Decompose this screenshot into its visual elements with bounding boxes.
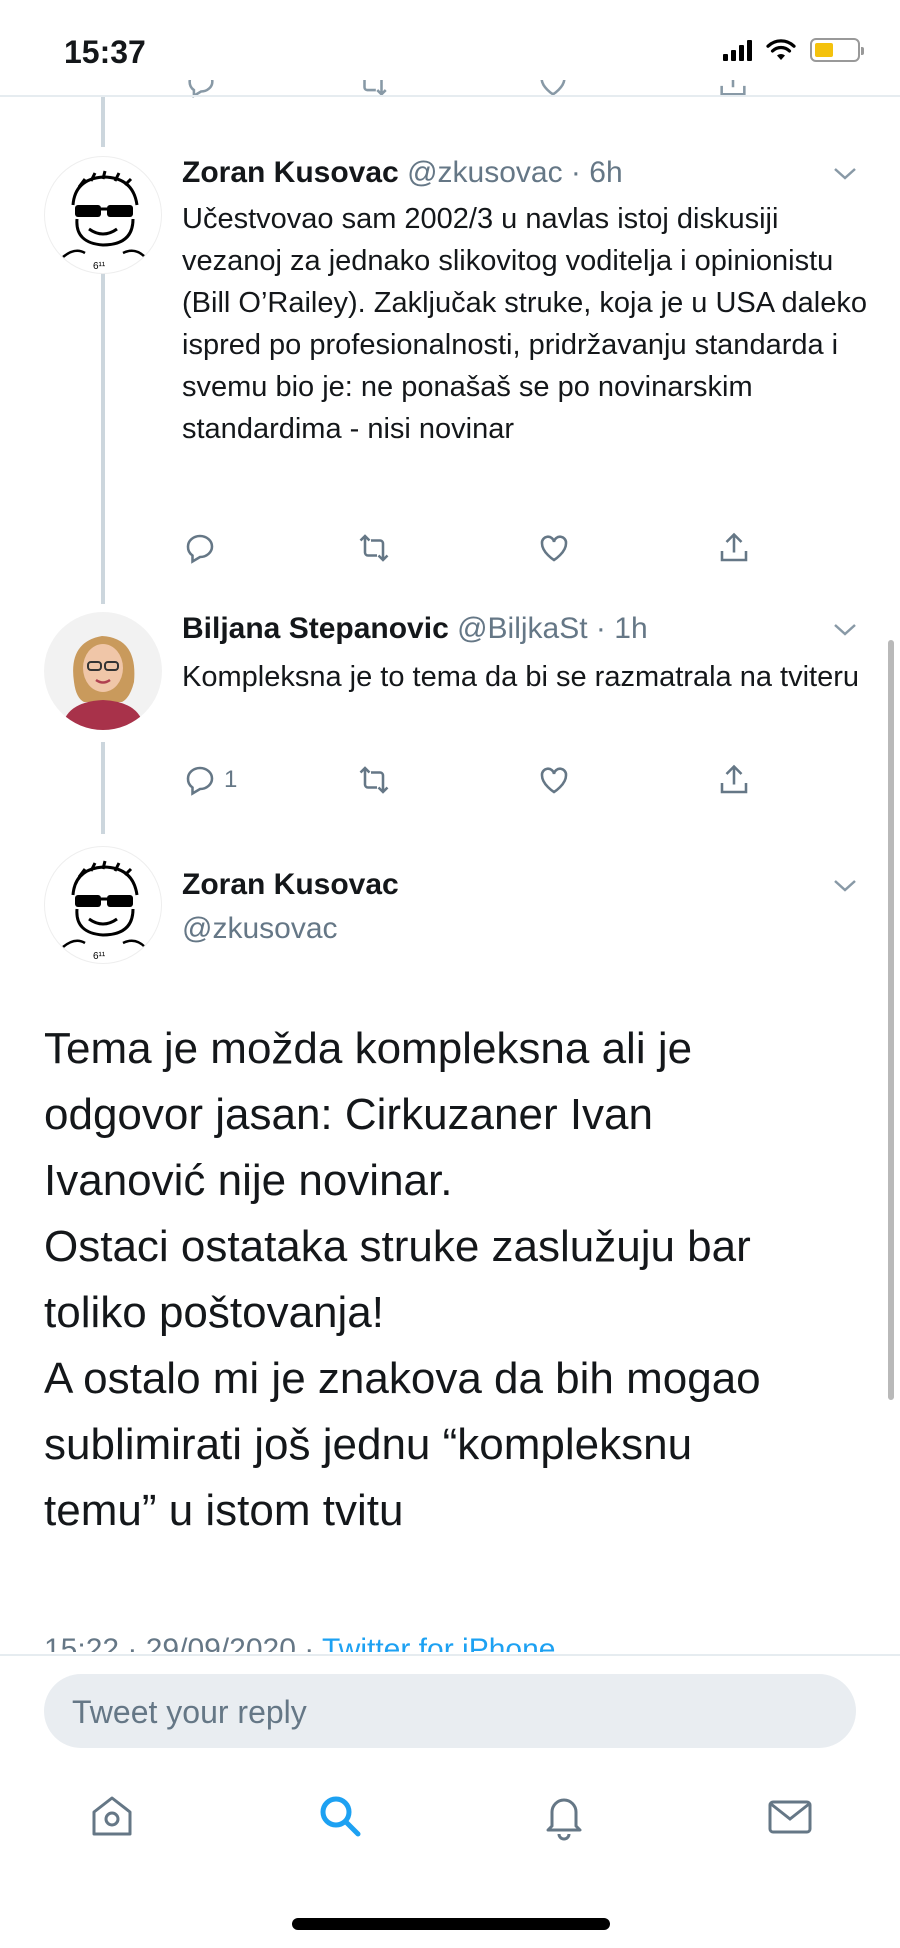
scrollbar[interactable] bbox=[888, 640, 894, 1400]
cartoon-avatar-icon: 6¹¹ bbox=[62, 170, 146, 272]
tweet-actions bbox=[182, 530, 782, 570]
reply-count: 1 bbox=[224, 766, 238, 793]
thread-line bbox=[101, 272, 105, 604]
separator-dot: · bbox=[562, 156, 590, 189]
main-tweet-line: Ostaci ostataka struke zaslužuju bar bbox=[44, 1222, 751, 1271]
svg-text:6¹¹: 6¹¹ bbox=[93, 951, 106, 962]
tweet-header: Zoran Kusovac @zkusovac · 6h bbox=[182, 156, 623, 190]
search-icon[interactable] bbox=[314, 1790, 366, 1842]
share-icon bbox=[720, 764, 748, 794]
retweet-icon bbox=[359, 534, 389, 562]
author-handle[interactable]: @BiljkaSt bbox=[457, 612, 588, 645]
home-indicator[interactable] bbox=[292, 1918, 610, 1930]
tweet-text: Učestvovao sam 2002/3 u navlas istoj dis… bbox=[182, 203, 867, 445]
reply-input[interactable]: Tweet your reply bbox=[44, 1674, 856, 1748]
tweet-age: 1h bbox=[614, 612, 648, 645]
main-tweet-line: odgovor jasan: Cirkuzaner Ivan bbox=[44, 1090, 653, 1139]
cartoon-avatar-icon: 6¹¹ bbox=[62, 860, 146, 962]
tab-bar bbox=[0, 1766, 900, 1876]
main-tweet-line: sublimirati još jednu “kompleksnu bbox=[44, 1420, 693, 1469]
thread-line bbox=[101, 97, 105, 147]
reply-icon bbox=[186, 534, 214, 564]
reply-icon bbox=[188, 80, 214, 99]
share-icon bbox=[720, 532, 748, 562]
like-icon bbox=[540, 767, 568, 794]
main-tweet-line: toliko poštovanja! bbox=[44, 1288, 384, 1337]
tweet-header: Biljana Stepanovic @BiljkaSt · 1h bbox=[182, 612, 648, 646]
chevron-down-icon[interactable] bbox=[832, 166, 858, 182]
author-handle[interactable]: @zkusovac bbox=[407, 156, 563, 189]
status-time: 15:37 bbox=[64, 34, 146, 70]
reply-divider bbox=[0, 1654, 900, 1656]
main-tweet-line: temu” u istom tvitu bbox=[44, 1486, 404, 1535]
tweet-text: Kompleksna je to tema da bi se razmatral… bbox=[182, 661, 859, 693]
like-icon bbox=[540, 80, 566, 96]
main-tweet-line: Ivanović nije novinar. bbox=[44, 1156, 453, 1205]
chevron-down-icon[interactable] bbox=[832, 878, 858, 894]
tweet-actions: 1 bbox=[182, 762, 782, 802]
share-button[interactable] bbox=[716, 762, 752, 798]
status-icons bbox=[723, 38, 864, 62]
previous-tweet-actions bbox=[0, 80, 900, 104]
avatar[interactable]: 6¹¹ bbox=[44, 846, 162, 964]
reply-button[interactable]: 1 bbox=[182, 762, 237, 798]
reply-placeholder: Tweet your reply bbox=[72, 1694, 307, 1730]
like-button[interactable] bbox=[536, 530, 572, 566]
share-icon bbox=[720, 80, 746, 96]
battery-icon bbox=[810, 38, 864, 62]
like-button[interactable] bbox=[536, 762, 572, 798]
author-name[interactable]: Biljana Stepanovic bbox=[182, 612, 449, 645]
main-tweet-text: Tema je možda kompleksna ali je odgovor … bbox=[44, 1016, 844, 1544]
tweet-metadata: 15:22 · 29/09/2020 · Twitter for iPhone bbox=[44, 1626, 555, 1652]
header-divider bbox=[0, 95, 900, 97]
wifi-icon bbox=[766, 39, 796, 60]
home-icon[interactable] bbox=[86, 1790, 138, 1842]
author-name[interactable]: Zoran Kusovac bbox=[182, 868, 399, 902]
retweet-button[interactable] bbox=[356, 530, 392, 566]
retweet-icon bbox=[363, 80, 387, 97]
share-button[interactable] bbox=[716, 530, 752, 566]
chevron-down-icon[interactable] bbox=[832, 622, 858, 638]
tweet-timestamp: 15:22 · 29/09/2020 · bbox=[44, 1633, 322, 1652]
like-icon bbox=[540, 535, 568, 562]
retweet-icon bbox=[359, 766, 389, 794]
author-name[interactable]: Zoran Kusovac bbox=[182, 156, 399, 189]
notifications-icon[interactable] bbox=[538, 1790, 590, 1842]
main-tweet-line: Tema je možda kompleksna ali je bbox=[44, 1024, 693, 1073]
reply-button[interactable] bbox=[182, 530, 224, 566]
main-tweet-line: A ostalo mi je znakova da bih mogao bbox=[44, 1354, 761, 1403]
retweet-button[interactable] bbox=[356, 762, 392, 798]
tweet-source-link[interactable]: Twitter for iPhone bbox=[322, 1633, 555, 1652]
tweet-age: 6h bbox=[589, 156, 623, 189]
profile-photo bbox=[44, 612, 162, 730]
reply-icon bbox=[186, 766, 214, 796]
separator-dot: · bbox=[587, 612, 615, 645]
cellular-signal-icon bbox=[723, 39, 752, 61]
avatar[interactable] bbox=[44, 612, 162, 730]
svg-text:6¹¹: 6¹¹ bbox=[93, 261, 106, 272]
messages-icon[interactable] bbox=[764, 1790, 816, 1842]
author-handle[interactable]: @zkusovac bbox=[182, 912, 338, 946]
avatar[interactable]: 6¹¹ bbox=[44, 156, 162, 274]
thread-line bbox=[101, 742, 105, 834]
